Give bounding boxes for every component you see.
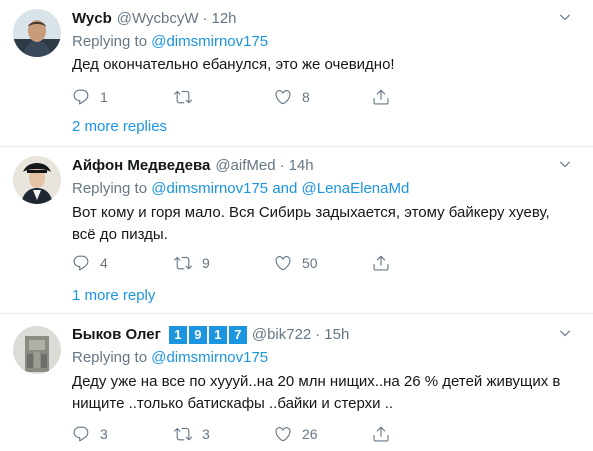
replying-to: Replying to @dimsmirnov175	[72, 32, 268, 52]
timestamp[interactable]: 15h	[324, 325, 349, 345]
like-count: 50	[302, 255, 318, 271]
reply-icon	[72, 254, 90, 272]
reply-feed: Wycb @WycbcyW · 12h Replying to @dimsmir…	[0, 0, 593, 451]
tweet-header: Wycb @WycbcyW · 12h	[72, 8, 237, 30]
heart-icon	[274, 88, 292, 106]
retweet-button[interactable]: 3	[174, 423, 210, 445]
tweet-text-line: Деду уже на все по хуууй..на 20 млн нищи…	[72, 373, 561, 390]
tweet-3[interactable]: Быков Олег 1 9 1 7 @bik722 · 15h Replyin…	[0, 314, 593, 451]
avatar[interactable]	[13, 326, 61, 374]
like-count: 8	[302, 89, 310, 105]
show-more-replies-link[interactable]: 1 more reply	[72, 286, 155, 306]
reply-button[interactable]: 1	[72, 86, 108, 108]
replying-to-link[interactable]: @dimsmirnov175 and @LenaElenaMd	[151, 180, 409, 197]
share-button[interactable]	[372, 423, 390, 445]
show-more-replies-link[interactable]: 2 more replies	[72, 117, 167, 137]
reply-icon	[72, 425, 90, 443]
reply-icon	[72, 88, 90, 106]
replying-to-label: Replying to	[72, 349, 148, 366]
retweet-count: 3	[202, 426, 210, 442]
emoji-badges: 1 9 1 7	[167, 326, 247, 344]
reply-button[interactable]: 3	[72, 423, 108, 445]
chevron-down-icon[interactable]	[555, 10, 575, 24]
share-icon	[372, 425, 390, 443]
author-name[interactable]: Wycb	[72, 9, 112, 29]
retweet-icon	[174, 254, 192, 272]
separator-dot: ·	[315, 326, 321, 343]
tweet-header: Быков Олег 1 9 1 7 @bik722 · 15h	[72, 324, 349, 346]
share-button[interactable]	[372, 252, 390, 274]
like-button[interactable]: 26	[274, 423, 318, 445]
replying-to-label: Replying to	[72, 33, 148, 50]
number-badge: 7	[228, 326, 247, 344]
tweet-2[interactable]: Айфон Медведева @aifMed · 14h Replying t…	[0, 147, 593, 315]
tweet-header: Айфон Медведева @aifMed · 14h	[72, 155, 314, 177]
share-button[interactable]	[372, 86, 390, 108]
author-name[interactable]: Айфон Медведева	[72, 156, 210, 176]
tweet-text: Деду уже на все по хуууй..на 20 млн нищи…	[72, 371, 583, 415]
separator-dot: ·	[202, 10, 208, 27]
retweet-icon	[174, 425, 192, 443]
reply-count: 1	[100, 89, 108, 105]
like-count: 26	[302, 426, 318, 442]
tweet-text: Дед окончательно ебанулся, это же очевид…	[72, 56, 395, 73]
replying-to: Replying to @dimsmirnov175 and @LenaElen…	[72, 179, 409, 199]
replying-to-link[interactable]: @dimsmirnov175	[151, 33, 268, 50]
avatar[interactable]	[13, 156, 61, 204]
reply-count: 4	[100, 255, 108, 271]
author-handle[interactable]: @WycbcyW	[117, 9, 199, 29]
replying-to: Replying to @dimsmirnov175	[72, 348, 268, 368]
tweet-1[interactable]: Wycb @WycbcyW · 12h Replying to @dimsmir…	[0, 0, 593, 150]
chevron-down-icon[interactable]	[555, 157, 575, 171]
heart-icon	[274, 425, 292, 443]
share-icon	[372, 254, 390, 272]
share-icon	[372, 88, 390, 106]
timestamp[interactable]: 12h	[212, 9, 237, 29]
retweet-button[interactable]	[174, 86, 202, 108]
tweet-text-line: всё до пизды.	[72, 226, 168, 243]
retweet-icon	[174, 88, 192, 106]
reply-count: 3	[100, 426, 108, 442]
author-name[interactable]: Быков Олег	[72, 325, 161, 345]
like-button[interactable]: 50	[274, 252, 318, 274]
like-button[interactable]: 8	[274, 86, 310, 108]
number-badge: 1	[168, 326, 187, 344]
retweet-count: 9	[202, 255, 210, 271]
heart-icon	[274, 254, 292, 272]
replying-to-link[interactable]: @dimsmirnov175	[151, 349, 268, 366]
separator-dot: ·	[279, 157, 285, 174]
timestamp[interactable]: 14h	[289, 156, 314, 176]
number-badge: 1	[208, 326, 227, 344]
replying-to-label: Replying to	[72, 180, 148, 197]
tweet-text-line: нищите ..только батискафы ..байки и стер…	[72, 395, 394, 412]
tweet-text-line: Вот кому и горя мало. Вся Сибирь задыхае…	[72, 204, 550, 221]
number-badge: 9	[188, 326, 207, 344]
author-handle[interactable]: @bik722	[252, 325, 311, 345]
retweet-button[interactable]: 9	[174, 252, 210, 274]
author-handle[interactable]: @aifMed	[215, 156, 275, 176]
tweet-text: Вот кому и горя мало. Вся Сибирь задыхае…	[72, 202, 583, 246]
reply-button[interactable]: 4	[72, 252, 108, 274]
chevron-down-icon[interactable]	[555, 326, 575, 340]
avatar[interactable]	[13, 9, 61, 57]
